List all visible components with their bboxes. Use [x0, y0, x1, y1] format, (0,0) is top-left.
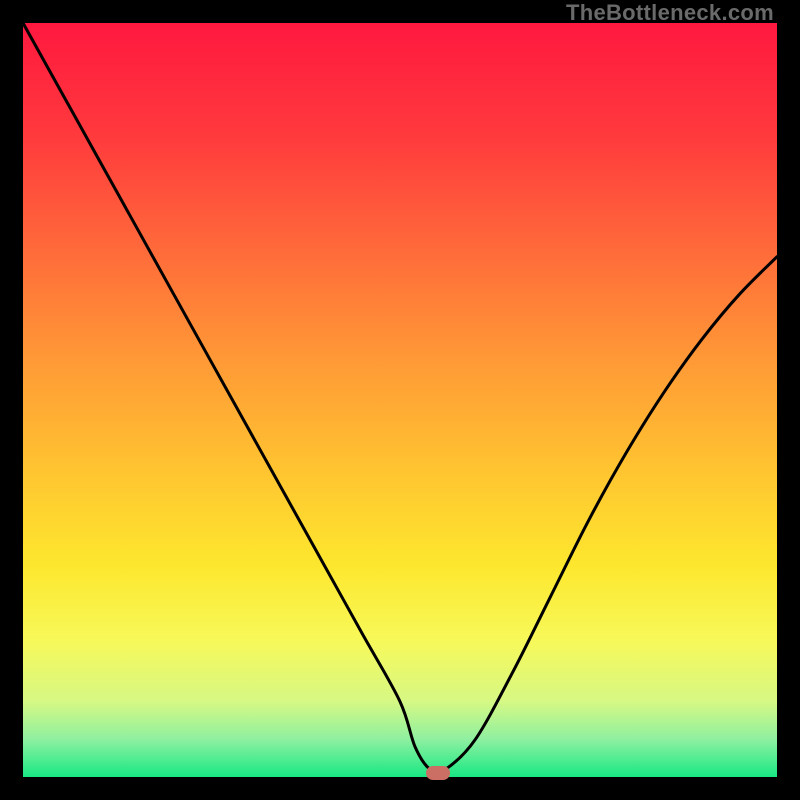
bottleneck-plot — [23, 23, 777, 777]
bottleneck-marker — [426, 766, 450, 780]
plot-background — [23, 23, 777, 777]
chart-frame: TheBottleneck.com — [0, 0, 800, 800]
